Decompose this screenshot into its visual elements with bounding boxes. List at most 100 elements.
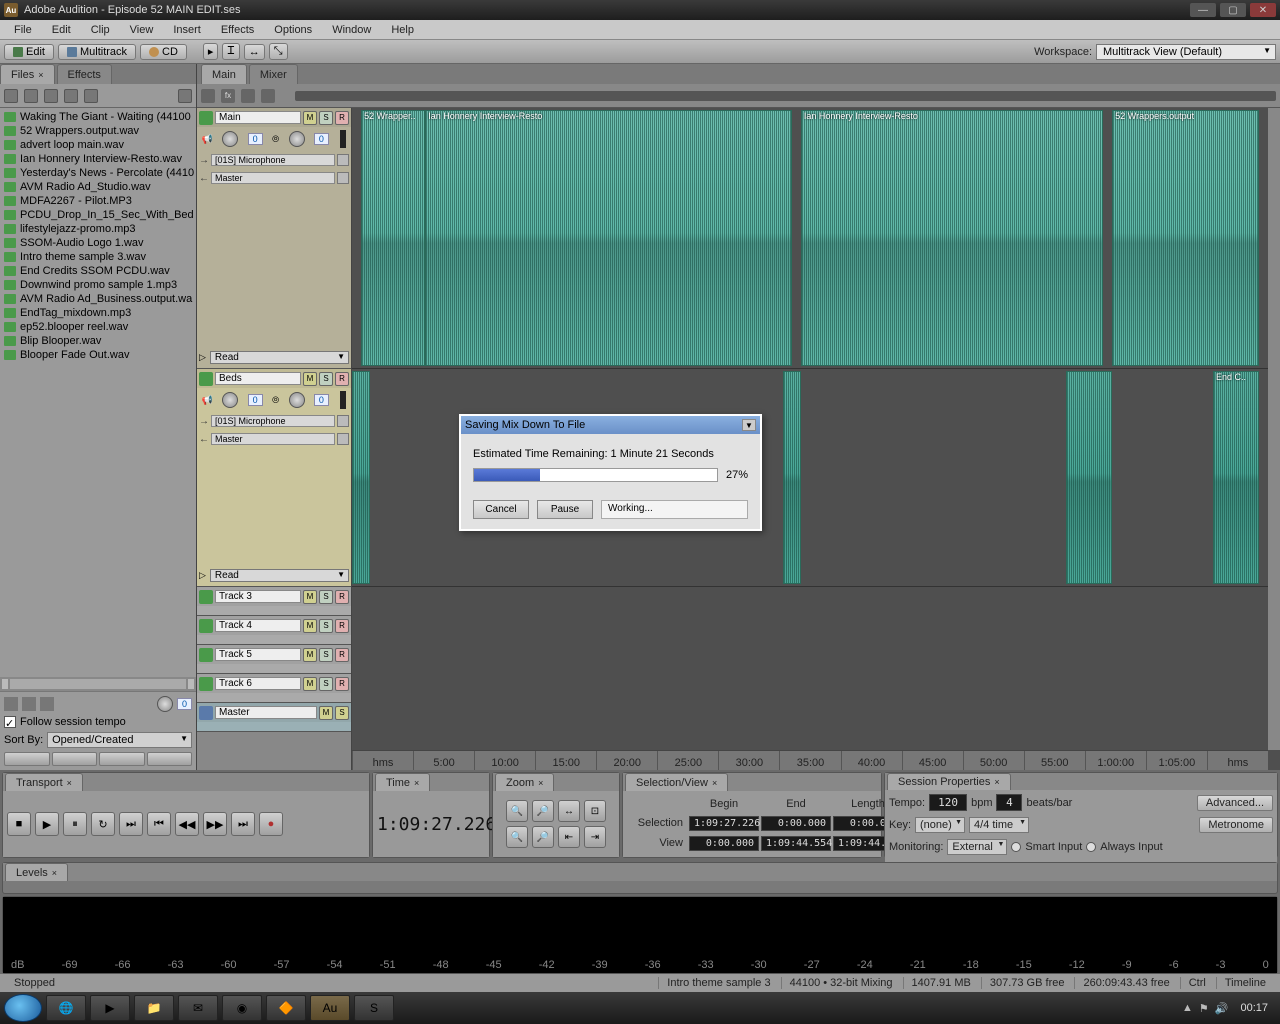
track-power-icon[interactable] xyxy=(199,648,213,662)
monitoring-dropdown[interactable]: External xyxy=(947,839,1007,855)
mode-multitrack-button[interactable]: Multitrack xyxy=(58,44,136,60)
key-dropdown[interactable]: (none) xyxy=(915,817,965,833)
selection-begin[interactable]: 1:09:27.226 xyxy=(689,816,759,831)
close-icon[interactable]: × xyxy=(414,778,419,788)
vertical-scrollbar[interactable] xyxy=(1268,108,1280,750)
input-button[interactable] xyxy=(337,154,349,166)
volume-knob[interactable] xyxy=(222,131,238,147)
record-arm-button[interactable]: R xyxy=(335,111,349,125)
file-item[interactable]: PCDU_Drop_In_15_Sec_With_Bed. xyxy=(2,208,194,222)
audio-clip[interactable] xyxy=(783,371,801,584)
track-name[interactable]: Track 4 xyxy=(215,619,301,632)
play-icon[interactable] xyxy=(40,697,54,711)
menu-effects[interactable]: Effects xyxy=(211,22,264,38)
file-item[interactable]: Blooper Fade Out.wav xyxy=(2,348,194,362)
scrollbar-horizontal[interactable] xyxy=(10,679,186,689)
flag-icon[interactable]: ⚑ xyxy=(1199,1002,1209,1015)
fx-icon[interactable]: fx xyxy=(221,89,235,103)
file-item[interactable]: AVM Radio Ad_Studio.wav xyxy=(2,180,194,194)
menu-clip[interactable]: Clip xyxy=(81,22,120,38)
horizontal-overview[interactable] xyxy=(295,91,1276,101)
close-icon[interactable]: × xyxy=(712,778,717,788)
tab-main[interactable]: Main xyxy=(201,64,247,84)
record-button[interactable]: ● xyxy=(259,812,283,836)
beats-field[interactable]: 4 xyxy=(996,794,1022,811)
skip-button[interactable]: ⏭ xyxy=(119,812,143,836)
scroll-left-icon[interactable] xyxy=(2,679,8,689)
output-dropdown[interactable]: Master xyxy=(211,172,335,184)
insert-icon[interactable] xyxy=(64,89,78,103)
volume-knob[interactable] xyxy=(222,392,238,408)
file-list[interactable]: Waking The Giant - Waiting (44100 H52 Wr… xyxy=(0,108,196,677)
audio-clip[interactable]: 52 Wrapper.. xyxy=(361,110,425,366)
automation-mode-dropdown[interactable]: Read xyxy=(210,351,349,364)
minimize-button[interactable]: — xyxy=(1190,3,1216,17)
stop-button[interactable]: ■ xyxy=(7,812,31,836)
file-item[interactable]: 52 Wrappers.output.wav xyxy=(2,124,194,138)
zoom-full-button[interactable]: ↔ xyxy=(558,800,580,822)
mute-button[interactable]: M xyxy=(303,590,317,604)
file-item[interactable]: Yesterday's News - Percolate (44100 xyxy=(2,166,194,180)
close-icon[interactable]: × xyxy=(52,868,57,878)
mode-edit-button[interactable]: Edit xyxy=(4,44,54,60)
import-icon[interactable] xyxy=(4,89,18,103)
track-name-master[interactable]: Master xyxy=(215,706,317,719)
file-item[interactable]: AVM Radio Ad_Business.output.wa xyxy=(2,292,194,306)
taskbar-app-icon[interactable]: 🔶 xyxy=(266,995,306,1021)
zoom-in-v-button[interactable]: 🔍 xyxy=(506,826,528,848)
advanced-button[interactable]: Advanced... xyxy=(1197,795,1273,811)
audio-clip[interactable]: 52 Wrappers.output xyxy=(1112,110,1259,366)
input-dropdown[interactable]: [01S] Microphone xyxy=(211,154,335,166)
zoom-left-button[interactable]: ⇤ xyxy=(558,826,580,848)
zoom-out-v-button[interactable]: 🔎 xyxy=(532,826,554,848)
show-options-icon[interactable] xyxy=(178,89,192,103)
file-item[interactable]: ep52.blooper reel.wav xyxy=(2,320,194,334)
output-button[interactable] xyxy=(337,433,349,445)
audio-clip[interactable] xyxy=(352,371,370,584)
timesig-dropdown[interactable]: 4/4 time xyxy=(969,817,1029,833)
file-item[interactable]: MDFA2267 - Pilot.MP3 xyxy=(2,194,194,208)
menu-help[interactable]: Help xyxy=(381,22,424,38)
input-button[interactable] xyxy=(337,415,349,427)
mode-cd-button[interactable]: CD xyxy=(140,44,187,60)
output-dropdown[interactable]: Master xyxy=(211,433,335,445)
taskbar-media-icon[interactable]: ▶ xyxy=(90,995,130,1021)
solo-button[interactable]: S xyxy=(319,111,333,125)
close-file-icon[interactable] xyxy=(24,89,38,103)
zoom-sel-button[interactable]: ⊡ xyxy=(584,800,606,822)
solo-button[interactable]: S xyxy=(319,619,333,633)
track-name[interactable]: Track 5 xyxy=(215,648,301,661)
follow-tempo-checkbox[interactable]: ✓ xyxy=(4,716,16,728)
taskbar-chrome-icon[interactable]: ◉ xyxy=(222,995,262,1021)
close-button[interactable]: ✕ xyxy=(1250,3,1276,17)
smart-input-radio[interactable] xyxy=(1011,842,1021,852)
close-icon[interactable]: × xyxy=(38,70,43,80)
always-input-radio[interactable] xyxy=(1086,842,1096,852)
selection-end[interactable]: 0:00.000 xyxy=(761,816,831,831)
menu-window[interactable]: Window xyxy=(322,22,381,38)
sends-icon[interactable] xyxy=(241,89,255,103)
taskbar-audition-icon[interactable]: Au xyxy=(310,995,350,1021)
scroll-right-icon[interactable] xyxy=(188,679,194,689)
edit-file-icon[interactable] xyxy=(44,89,58,103)
tab-levels[interactable]: Levels× xyxy=(5,863,68,881)
pan-knob[interactable] xyxy=(289,131,305,147)
workspace-dropdown[interactable]: Multitrack View (Default) xyxy=(1096,44,1276,60)
forward-button[interactable]: ▶▶ xyxy=(203,812,227,836)
tab-transport[interactable]: Transport× xyxy=(5,773,83,791)
track-name-main[interactable]: Main xyxy=(215,111,301,124)
track-power-icon[interactable] xyxy=(199,619,213,633)
close-icon[interactable]: × xyxy=(538,778,543,788)
mute-button[interactable]: M xyxy=(303,111,317,125)
tab-effects[interactable]: Effects xyxy=(57,64,112,84)
cancel-button[interactable]: Cancel xyxy=(473,500,529,519)
tool-play-button[interactable]: ▸ xyxy=(203,43,219,60)
tab-time[interactable]: Time× xyxy=(375,773,430,791)
options-icon[interactable] xyxy=(84,89,98,103)
metronome-button[interactable]: Metronome xyxy=(1199,817,1273,833)
panel-toggle-1[interactable] xyxy=(4,752,50,766)
go-end-button[interactable]: ⏭ xyxy=(231,812,255,836)
file-item[interactable]: SSOM-Audio Logo 1.wav xyxy=(2,236,194,250)
zoom-right-button[interactable]: ⇥ xyxy=(584,826,606,848)
zoom-in-h-button[interactable]: 🔍 xyxy=(506,800,528,822)
